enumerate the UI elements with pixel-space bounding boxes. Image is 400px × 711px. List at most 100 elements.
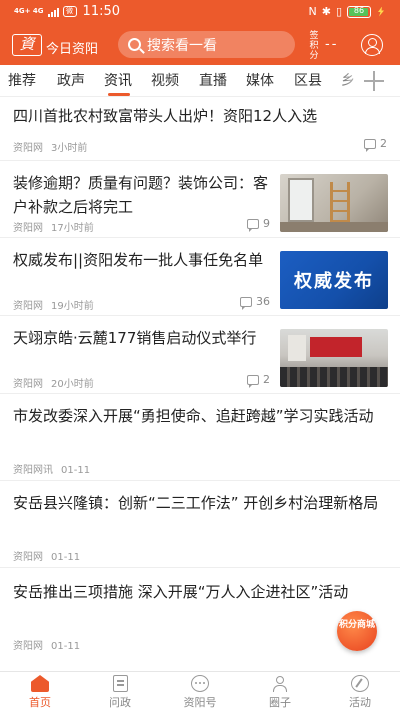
comment-count[interactable]: 2 — [247, 373, 270, 388]
news-source: 资阳网 — [13, 143, 43, 154]
thumbnail-text: 权威发布 — [294, 271, 374, 292]
news-title: 安岳推出三项措施 深入开展“万人入企进社区”活动 — [13, 583, 349, 601]
news-meta: 资阳网 3小时前 — [13, 139, 87, 154]
comment-icon — [240, 296, 252, 310]
points-mall-button[interactable]: 积分商城 — [337, 611, 377, 651]
wechat-icon: 微 — [62, 6, 77, 17]
news-thumbnail — [280, 329, 388, 387]
news-meta: 资阳网讯 01-11 — [13, 461, 90, 476]
news-source: 资阳网 — [13, 301, 43, 312]
search-bar[interactable]: 搜索看一看 — [118, 31, 295, 58]
search-placeholder: 搜索看一看 — [147, 37, 217, 54]
top-bar: 4G+ 4G 微 11:50 N ✱ ▯ 86 資 今日资阳 搜索看一看 签 积… — [0, 0, 400, 65]
user-avatar-icon[interactable] — [361, 34, 383, 56]
news-time: 01-11 — [51, 641, 81, 652]
news-title: 四川首批农村致富带头人出炉！资阳12人入选 — [13, 107, 318, 125]
news-meta: 资阳网 20小时前 — [13, 375, 94, 390]
comment-number: 9 — [263, 217, 270, 230]
news-item[interactable]: 市发改委深入开展“勇担使命、追赶跨越”学习实践活动 资阳网讯 01-11 — [0, 395, 400, 481]
nav-wenzheng[interactable]: 问政 — [90, 675, 150, 710]
add-channel-icon[interactable] — [364, 71, 384, 91]
tab-live[interactable]: 直播 — [199, 70, 227, 90]
news-title: 天翊京皓·云麓177销售启动仪式举行 — [13, 329, 257, 347]
battery-level: 86 — [353, 5, 365, 15]
bottom-nav: 首页 问政 资阳号 圈子 活动 — [0, 671, 400, 711]
nfc-icon: N — [308, 5, 317, 18]
news-source: 资阳网 — [13, 552, 43, 563]
nav-ziyanghao-label: 资阳号 — [183, 696, 217, 709]
status-time: 11:50 — [82, 4, 121, 19]
points-label[interactable]: 签 积分 — [306, 31, 322, 61]
news-title: 权威发布||资阳发布一批人事任免名单 — [13, 251, 264, 269]
chat-dots-icon — [191, 675, 209, 692]
news-meta: 资阳网 01-11 — [13, 548, 80, 563]
points-value: -- — [325, 37, 339, 52]
tab-zhengsheng[interactable]: 政声 — [57, 70, 85, 90]
channel-tabs: 推荐 政声 资讯 视频 直播 媒体 区县 乡 — [0, 65, 400, 97]
charging-icon — [378, 6, 384, 17]
news-meta: 资阳网 01-11 — [13, 637, 80, 652]
tab-district[interactable]: 区县 — [294, 70, 322, 90]
comment-count[interactable]: 36 — [240, 295, 270, 310]
news-title: 市发改委深入开展“勇担使命、追赶跨越”学习实践活动 — [13, 407, 374, 425]
status-bar: 4G+ 4G 微 11:50 N ✱ ▯ 86 — [0, 0, 400, 24]
points-prefix: 签 — [309, 31, 319, 41]
app-name: 今日资阳 — [46, 42, 99, 57]
news-title: 安岳县兴隆镇：创新“二三工作法” 开创乡村治理新格局 — [13, 494, 379, 512]
news-item[interactable]: 四川首批农村致富带头人出炉！资阳12人入选 资阳网 3小时前 2 — [0, 98, 400, 161]
news-time: 01-11 — [51, 552, 81, 563]
comment-number: 2 — [263, 373, 270, 386]
people-icon — [271, 675, 289, 692]
bluetooth-icon: ✱ — [321, 5, 331, 18]
news-meta: 资阳网 19小时前 — [13, 297, 94, 312]
nav-home[interactable]: 首页 — [10, 675, 70, 710]
compass-icon — [351, 675, 369, 692]
battery-icon: 86 — [347, 5, 371, 18]
nav-activity-label: 活动 — [349, 696, 371, 709]
network-label: 4G+ 4G — [14, 7, 44, 15]
comment-icon — [247, 374, 259, 388]
news-item[interactable]: 权威发布||资阳发布一批人事任免名单 资阳网 19小时前 36 权威发布 — [0, 239, 400, 316]
news-time: 19小时前 — [51, 301, 94, 312]
nav-circle[interactable]: 圈子 — [250, 675, 310, 710]
news-time: 20小时前 — [51, 379, 94, 390]
signal-icon — [47, 7, 59, 17]
news-source: 资阳网 — [13, 379, 43, 390]
comment-number: 2 — [380, 137, 387, 150]
news-thumbnail — [280, 174, 388, 232]
news-source: 资阳网讯 — [13, 465, 53, 476]
nav-home-label: 首页 — [29, 696, 51, 709]
news-thumbnail: 权威发布 — [280, 251, 388, 309]
news-meta: 资阳网 17小时前 — [13, 219, 94, 234]
news-source: 资阳网 — [13, 223, 43, 234]
comment-icon — [364, 138, 376, 152]
news-item[interactable]: 装修逾期？质量有问题？装饰公司：客户补款之后将完工 资阳网 17小时前 9 — [0, 162, 400, 238]
comment-count[interactable]: 9 — [247, 217, 270, 232]
tab-recommend[interactable]: 推荐 — [8, 70, 36, 90]
comment-number: 36 — [256, 295, 270, 308]
points-text: 积分 — [309, 41, 319, 61]
nav-ziyanghao[interactable]: 资阳号 — [170, 675, 230, 710]
tab-news[interactable]: 资讯 — [104, 70, 132, 90]
tab-video[interactable]: 视频 — [151, 70, 179, 90]
news-time: 17小时前 — [51, 223, 94, 234]
news-item[interactable]: 安岳县兴隆镇：创新“二三工作法” 开创乡村治理新格局 资阳网 01-11 — [0, 482, 400, 568]
search-icon — [128, 38, 141, 51]
home-icon — [31, 675, 49, 692]
nav-circle-label: 圈子 — [269, 696, 291, 709]
news-time: 3小时前 — [51, 143, 88, 154]
document-icon — [112, 675, 128, 692]
comment-icon — [247, 218, 259, 232]
nav-wenzheng-label: 问政 — [109, 696, 131, 709]
active-tab-indicator — [108, 93, 130, 96]
comment-count[interactable]: 2 — [364, 137, 387, 152]
app-logo[interactable]: 資 — [12, 34, 42, 56]
news-item[interactable]: 安岳推出三项措施 深入开展“万人入企进社区”活动 资阳网 01-11 — [0, 569, 400, 660]
news-source: 资阳网 — [13, 641, 43, 652]
nav-activity[interactable]: 活动 — [330, 675, 390, 710]
vibrate-icon: ▯ — [335, 5, 342, 18]
news-title: 装修逾期？质量有问题？装饰公司：客户补款之后将完工 — [13, 174, 269, 216]
news-time: 01-11 — [61, 465, 91, 476]
tab-media[interactable]: 媒体 — [246, 70, 274, 90]
news-item[interactable]: 天翊京皓·云麓177销售启动仪式举行 资阳网 20小时前 2 — [0, 317, 400, 394]
